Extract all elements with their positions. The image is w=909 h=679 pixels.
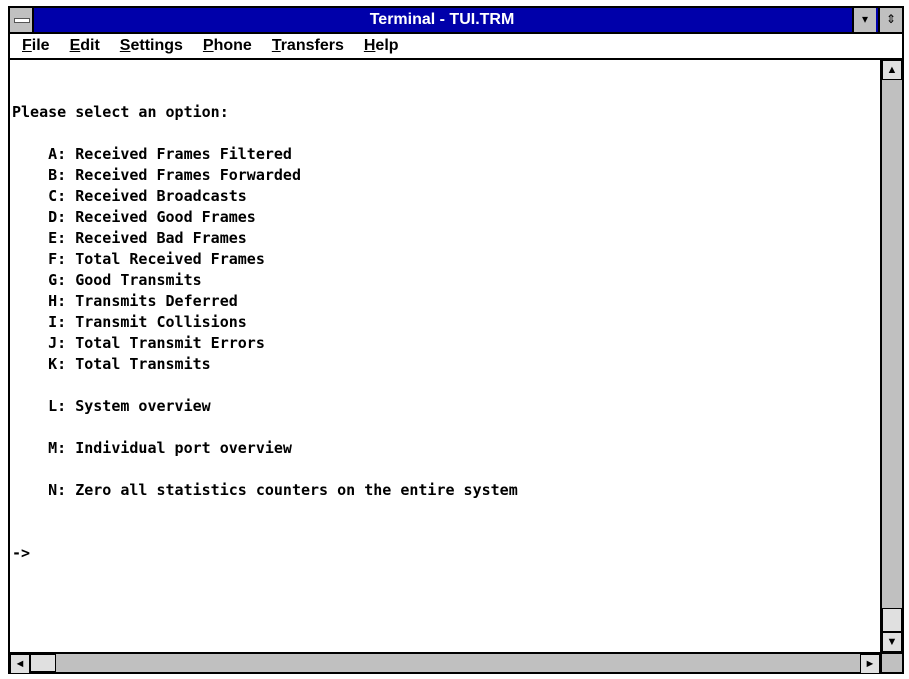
menu-transfers[interactable]: Transfers	[272, 34, 344, 58]
menu-edit-label: dit	[80, 37, 100, 54]
terminal-line: L: System overview	[12, 397, 211, 415]
scroll-down-button[interactable]: ▼	[882, 632, 902, 652]
terminal-line: I: Transmit Collisions	[12, 313, 247, 331]
terminal-area[interactable]: Please select an option: A: Received Fra…	[10, 60, 880, 652]
terminal-line: C: Received Broadcasts	[12, 187, 247, 205]
menu-help[interactable]: Help	[364, 34, 399, 58]
menu-edit[interactable]: Edit	[70, 34, 100, 58]
terminal-line: M: Individual port overview	[12, 439, 292, 457]
terminal-line: N: Zero all statistics counters on the e…	[12, 481, 518, 499]
scroll-up-button[interactable]: ▲	[882, 60, 902, 80]
terminal-line: ->	[12, 544, 31, 562]
arrow-down-icon: ▼	[886, 636, 898, 648]
menu-settings-label: ettings	[130, 37, 183, 54]
horizontal-scroll-thumb[interactable]	[30, 654, 56, 672]
minimize-button[interactable]: ▾	[852, 8, 876, 32]
maximize-button[interactable]: ⇕	[878, 8, 902, 32]
menu-transfers-mnemonic: T	[271, 37, 281, 54]
arrow-right-icon: ►	[864, 658, 876, 670]
chevron-down-icon: ▾	[861, 12, 869, 26]
menu-settings-mnemonic: S	[119, 37, 131, 54]
terminal-output: Please select an option: A: Received Fra…	[12, 102, 518, 564]
menu-phone-label: hone	[213, 37, 252, 54]
menu-phone[interactable]: Phone	[203, 34, 252, 58]
horizontal-scrollbar[interactable]: ◄ ►	[10, 652, 880, 674]
menu-phone-mnemonic: P	[202, 37, 214, 54]
vertical-scroll-thumb[interactable]	[882, 608, 902, 632]
terminal-line: J: Total Transmit Errors	[12, 334, 265, 352]
scroll-right-button[interactable]: ►	[860, 654, 880, 674]
terminal-line: E: Received Bad Frames	[12, 229, 247, 247]
menu-help-label: elp	[375, 37, 399, 54]
vertical-scrollbar[interactable]: ▲ ▼	[880, 60, 902, 652]
window-title: Terminal - TUI.TRM	[369, 11, 515, 28]
scroll-left-button[interactable]: ◄	[10, 654, 30, 674]
menu-help-mnemonic: H	[363, 37, 376, 54]
arrow-left-icon: ◄	[14, 658, 26, 670]
system-menu-button[interactable]	[10, 8, 34, 32]
terminal-line: B: Received Frames Forwarded	[12, 166, 301, 184]
terminal-line: F: Total Received Frames	[12, 250, 265, 268]
menu-bar: File Edit Settings Phone Transfers Help	[10, 34, 902, 60]
terminal-line: D: Received Good Frames	[12, 208, 256, 226]
menu-file-mnemonic: F	[22, 37, 32, 54]
terminal-line: Please select an option:	[12, 103, 229, 121]
terminal-line: G: Good Transmits	[12, 271, 202, 289]
terminal-line: H: Transmits Deferred	[12, 292, 238, 310]
menu-file-label: ile	[31, 37, 50, 54]
scrollbar-corner	[880, 652, 902, 672]
system-menu-icon	[14, 18, 30, 23]
title-bar[interactable]: Terminal - TUI.TRM ▾ ⇕	[10, 8, 902, 34]
restore-icon: ⇕	[885, 12, 897, 26]
menu-file[interactable]: File	[22, 34, 50, 58]
arrow-up-icon: ▲	[886, 64, 898, 76]
menu-transfers-label: ransfers	[280, 37, 344, 54]
menu-edit-mnemonic: E	[69, 37, 81, 54]
terminal-line: A: Received Frames Filtered	[12, 145, 292, 163]
terminal-line: K: Total Transmits	[12, 355, 211, 373]
terminal-window: Terminal - TUI.TRM ▾ ⇕ File Edit Settings P…	[8, 6, 904, 674]
menu-settings[interactable]: Settings	[120, 34, 183, 58]
